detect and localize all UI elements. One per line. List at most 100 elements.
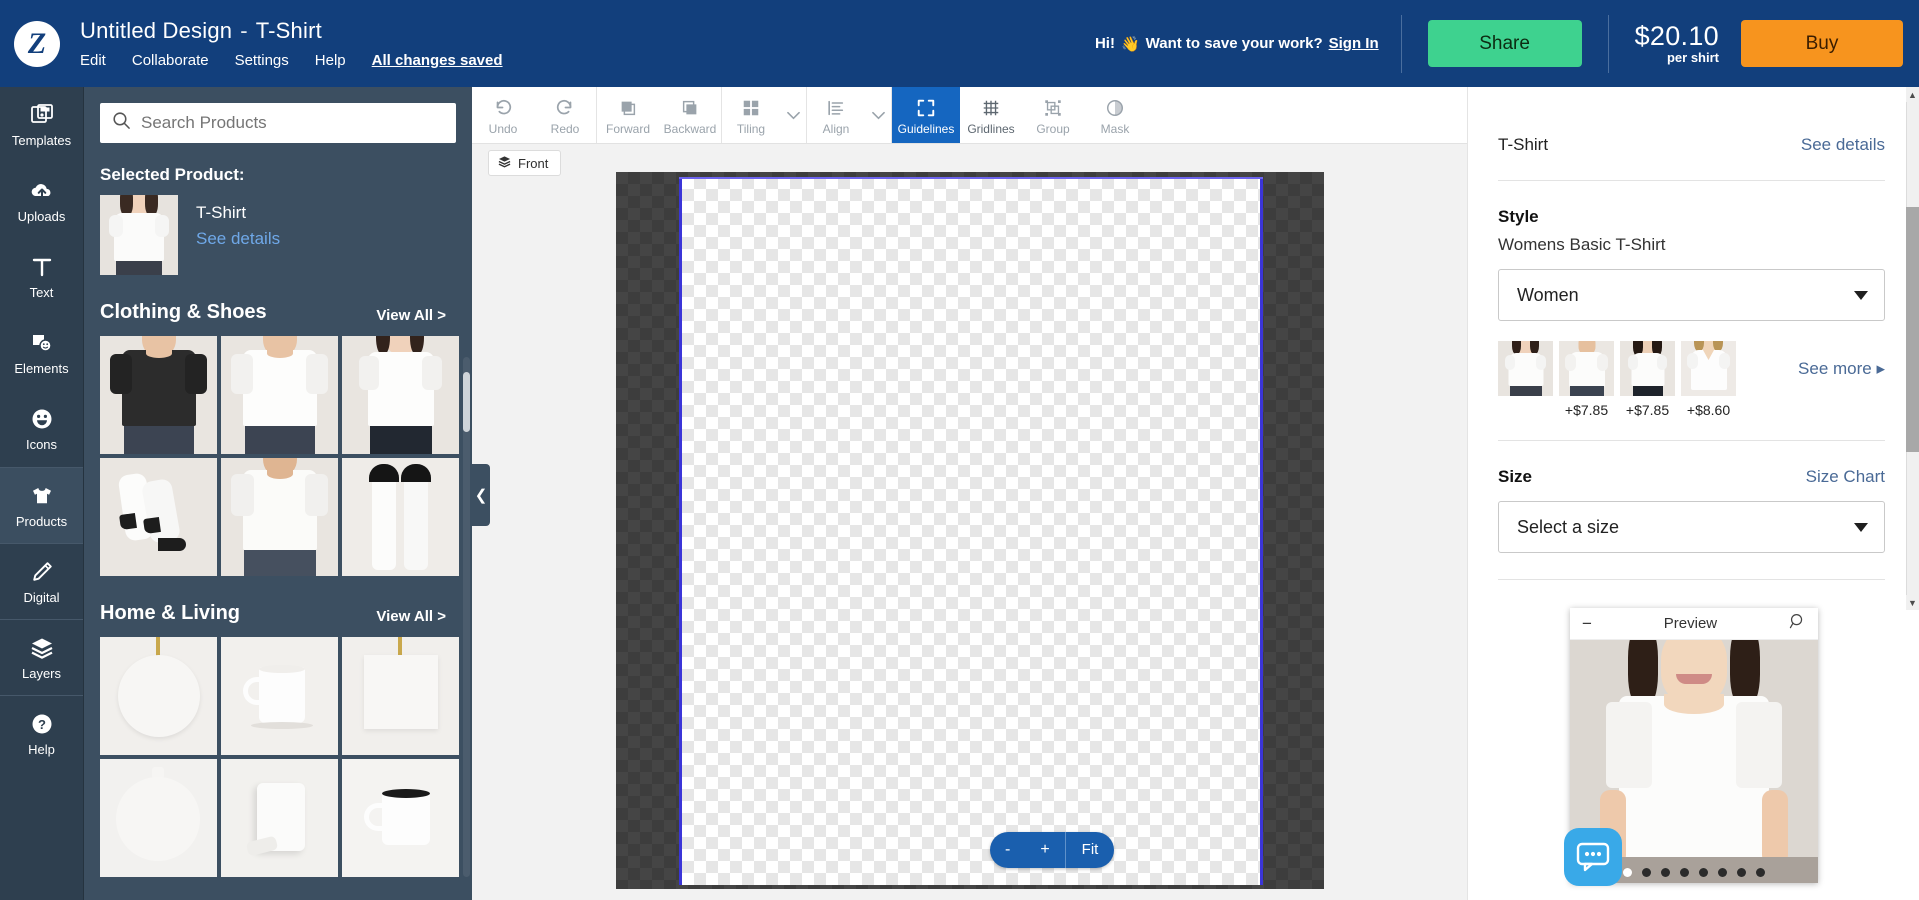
sidebar-item-products[interactable]: Products bbox=[0, 467, 83, 543]
search-input[interactable] bbox=[141, 113, 444, 133]
carousel-dot-6[interactable] bbox=[1718, 868, 1727, 877]
scroll-down-arrow-icon[interactable]: ▼ bbox=[1906, 595, 1919, 610]
save-status-link[interactable]: All changes saved bbox=[372, 52, 503, 69]
swatch-womens-basic-tshirt[interactable] bbox=[1498, 341, 1553, 396]
carousel-dot-1[interactable] bbox=[1623, 868, 1632, 877]
sidebar-item-text[interactable]: Text bbox=[0, 239, 83, 315]
align-icon bbox=[826, 97, 846, 119]
product-tile-square-ornament[interactable] bbox=[342, 637, 459, 755]
carousel-dot-8[interactable] bbox=[1756, 868, 1765, 877]
product-see-details-link[interactable]: See details bbox=[1801, 135, 1885, 155]
sidebar-item-templates[interactable]: Templates bbox=[0, 87, 83, 163]
menu-item-help[interactable]: Help bbox=[315, 52, 346, 69]
toolbar-group-tiling: Tiling bbox=[722, 87, 807, 143]
size-select[interactable]: Select a size bbox=[1498, 501, 1885, 553]
menu-item-edit[interactable]: Edit bbox=[80, 52, 106, 69]
right-panel-scrollbar-track[interactable]: ▲ ▼ bbox=[1906, 87, 1919, 610]
scroll-up-arrow-icon[interactable]: ▲ bbox=[1906, 87, 1919, 102]
group-button[interactable]: Group bbox=[1022, 87, 1084, 143]
share-button[interactable]: Share bbox=[1427, 20, 1582, 67]
tiling-button[interactable]: Tiling bbox=[722, 87, 780, 143]
title-separator: - bbox=[240, 18, 248, 43]
size-section: Size Size Chart Select a size bbox=[1498, 467, 1885, 553]
right-panel-scrollbar-thumb[interactable] bbox=[1906, 207, 1919, 452]
question-circle-icon: ? bbox=[29, 711, 55, 737]
swatch-mens-basic-tshirt[interactable] bbox=[1559, 341, 1614, 396]
sidebar-item-elements[interactable]: Elements bbox=[0, 315, 83, 391]
product-tile-white-mug[interactable] bbox=[221, 637, 338, 755]
panel-collapse-handle[interactable]: ❮ bbox=[472, 464, 490, 526]
carousel-dot-2[interactable] bbox=[1642, 868, 1651, 877]
design-guideline-top bbox=[679, 177, 1263, 179]
mask-button[interactable]: Mask bbox=[1084, 87, 1146, 143]
minimize-icon[interactable]: − bbox=[1582, 615, 1592, 632]
upload-cloud-icon bbox=[29, 178, 55, 204]
document-title-row: Untitled Design - T-Shirt bbox=[80, 18, 503, 44]
align-chevron-down-icon[interactable] bbox=[865, 87, 891, 143]
carousel-dot-7[interactable] bbox=[1737, 868, 1746, 877]
product-tile-white-tshirt-male-alt[interactable] bbox=[221, 458, 338, 576]
zazzle-logo[interactable]: Z bbox=[14, 20, 60, 67]
product-tile-white-knee-socks[interactable] bbox=[342, 458, 459, 576]
undo-button[interactable]: Undo bbox=[472, 87, 534, 143]
gridlines-icon bbox=[981, 97, 1001, 119]
sidebar-label-templates: Templates bbox=[11, 133, 72, 148]
panel-scrollbar-thumb[interactable] bbox=[463, 372, 470, 432]
bring-forward-icon bbox=[618, 97, 638, 119]
sidebar-label-elements: Elements bbox=[14, 361, 69, 376]
sidebar-label-digital: Digital bbox=[23, 589, 60, 605]
carousel-dot-3[interactable] bbox=[1661, 868, 1670, 877]
see-more-styles-link[interactable]: See more ▸ bbox=[1798, 341, 1885, 379]
sidebar-item-help[interactable]: ? Help bbox=[0, 695, 83, 771]
sidebar-item-layers[interactable]: Layers bbox=[0, 619, 83, 695]
sidebar-item-digital[interactable]: Digital bbox=[0, 543, 83, 619]
zoom-controls: - + Fit bbox=[990, 832, 1115, 868]
menu-item-collaborate[interactable]: Collaborate bbox=[132, 52, 209, 69]
sidebar-item-icons[interactable]: Icons bbox=[0, 391, 83, 467]
menu-item-settings[interactable]: Settings bbox=[235, 52, 289, 69]
carousel-dot-4[interactable] bbox=[1680, 868, 1689, 877]
category-view-all-home[interactable]: View All > bbox=[376, 608, 446, 625]
category-view-all-clothing[interactable]: View All > bbox=[376, 307, 446, 324]
chat-bubble-icon[interactable] bbox=[1564, 828, 1622, 886]
sign-in-link[interactable]: Sign In bbox=[1329, 35, 1379, 52]
carousel-dot-5[interactable] bbox=[1699, 868, 1708, 877]
product-tile-throw-pillow[interactable] bbox=[221, 759, 338, 877]
canvas-side-tab-front[interactable]: Front bbox=[488, 150, 562, 176]
document-title[interactable]: Untitled Design bbox=[80, 18, 232, 44]
design-printable-area[interactable] bbox=[679, 177, 1263, 885]
product-tile-round-ornament[interactable] bbox=[100, 637, 217, 755]
zoom-out-button[interactable]: - bbox=[990, 832, 1025, 868]
guidelines-label: Guidelines bbox=[897, 121, 955, 136]
product-tile-black-rim-mug[interactable] bbox=[342, 759, 459, 877]
design-stage[interactable] bbox=[616, 172, 1324, 889]
redo-button[interactable]: Redo bbox=[534, 87, 596, 143]
magnifier-icon[interactable] bbox=[1789, 613, 1806, 635]
buy-button[interactable]: Buy bbox=[1741, 20, 1903, 67]
product-tile-round-ornament-plain[interactable] bbox=[100, 759, 217, 877]
gridlines-button[interactable]: Gridlines bbox=[960, 87, 1022, 143]
swatch-price-mens-basic: +$7.85 bbox=[1564, 402, 1609, 418]
style-select[interactable]: Women bbox=[1498, 269, 1885, 321]
zoom-fit-button[interactable]: Fit bbox=[1064, 832, 1115, 868]
backward-button[interactable]: Backward bbox=[659, 87, 721, 143]
product-tile-white-tshirt-male[interactable] bbox=[221, 336, 338, 454]
swatch-womens-v-neck-tshirt[interactable] bbox=[1681, 341, 1736, 396]
header-right-group: Hi! 👋 Want to save your work? Sign In Sh… bbox=[1095, 0, 1919, 87]
guidelines-button[interactable]: Guidelines bbox=[892, 87, 960, 143]
product-tile-white-tshirt-female[interactable] bbox=[342, 336, 459, 454]
product-tile-white-socks-pair[interactable] bbox=[100, 458, 217, 576]
layers-icon bbox=[29, 635, 55, 661]
panel-scrollbar-track[interactable] bbox=[463, 357, 470, 877]
selected-product-see-details-link[interactable]: See details bbox=[196, 229, 280, 249]
selected-product-thumbnail[interactable] bbox=[100, 195, 178, 275]
forward-button[interactable]: Forward bbox=[597, 87, 659, 143]
size-chart-link[interactable]: Size Chart bbox=[1806, 467, 1885, 487]
search-box[interactable] bbox=[100, 103, 456, 143]
product-tile-black-tshirt-male[interactable] bbox=[100, 336, 217, 454]
align-button[interactable]: Align bbox=[807, 87, 865, 143]
tiling-chevron-down-icon[interactable] bbox=[780, 87, 806, 143]
swatch-womens-fitted-tshirt[interactable] bbox=[1620, 341, 1675, 396]
zoom-in-button[interactable]: + bbox=[1025, 832, 1064, 868]
sidebar-item-uploads[interactable]: Uploads bbox=[0, 163, 83, 239]
